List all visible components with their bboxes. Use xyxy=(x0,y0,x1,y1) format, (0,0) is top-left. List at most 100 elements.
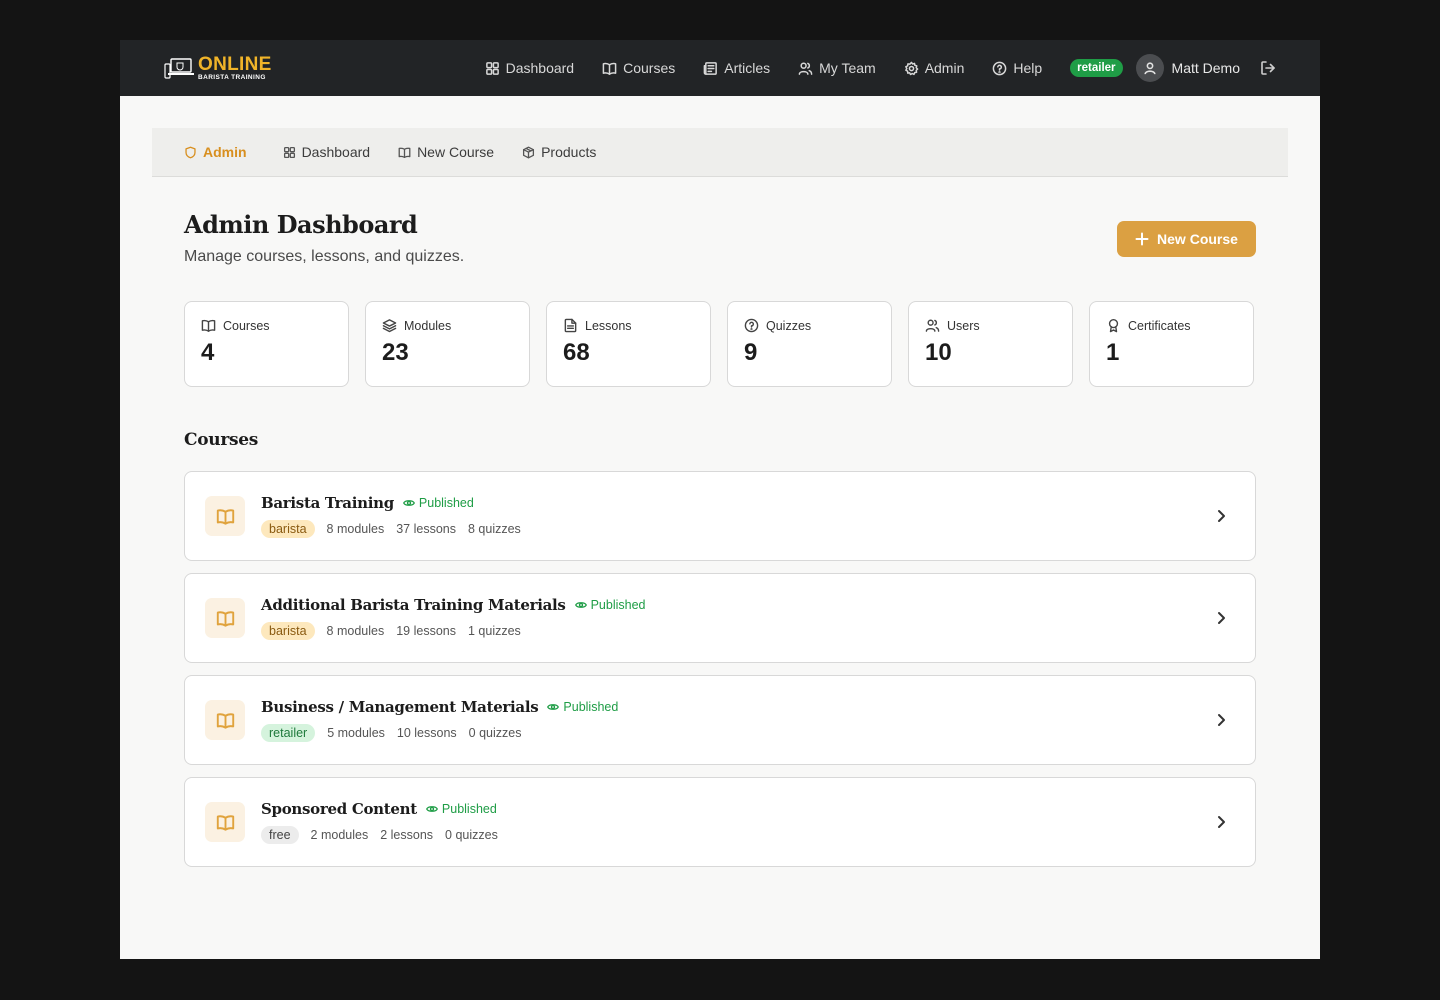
stat-card-lessons: Lessons 68 xyxy=(546,301,711,387)
course-title: Additional Barista Training Materials xyxy=(261,596,566,614)
stat-value: 23 xyxy=(382,339,409,366)
course-row[interactable]: Business / Management Materials Publishe… xyxy=(184,675,1256,765)
topnav-help[interactable]: Help xyxy=(992,60,1042,76)
course-row[interactable]: Additional Barista Training Materials Pu… xyxy=(184,573,1256,663)
subnav-products[interactable]: Products xyxy=(522,144,596,160)
stat-label: Courses xyxy=(223,318,270,333)
module-count: 5 modules xyxy=(327,726,385,740)
stat-label: Users xyxy=(947,318,980,333)
course-tag: free xyxy=(261,826,299,844)
eye-icon xyxy=(574,602,587,608)
subnav-new-course[interactable]: New Course xyxy=(398,144,494,160)
topnav-label: Admin xyxy=(924,60,965,76)
gear-icon xyxy=(904,61,919,75)
course-tag: barista xyxy=(261,520,315,538)
topnav-my-team[interactable]: My Team xyxy=(798,60,876,76)
topnav-dashboard[interactable]: Dashboard xyxy=(485,60,575,76)
grid-icon xyxy=(485,61,499,75)
stat-value: 10 xyxy=(925,339,952,366)
layers-icon xyxy=(382,319,397,333)
module-count: 8 modules xyxy=(326,624,385,638)
stat-label: Quizzes xyxy=(766,318,812,333)
book-icon xyxy=(216,508,234,525)
eye-icon xyxy=(425,806,438,812)
course-book-icon-tile xyxy=(205,598,245,638)
subnav-admin[interactable]: Admin xyxy=(184,144,247,160)
logout-icon xyxy=(1261,61,1275,75)
book-icon xyxy=(216,814,234,831)
newspaper-icon xyxy=(703,61,718,75)
stat-value: 9 xyxy=(744,339,758,366)
course-title: Business / Management Materials xyxy=(261,698,539,716)
logout-button[interactable] xyxy=(1260,60,1276,76)
plus-icon xyxy=(1135,232,1149,246)
course-title: Sponsored Content xyxy=(261,800,417,818)
lesson-count: 37 lessons xyxy=(396,522,456,536)
chevron-right-icon xyxy=(1213,712,1229,733)
quiz-count: 8 quizzes xyxy=(467,522,521,536)
module-count: 8 modules xyxy=(326,522,385,536)
stat-card-certificates: Certificates 1 xyxy=(1089,301,1254,387)
stat-card-users: Users 10 xyxy=(908,301,1073,387)
brand-logo[interactable]: ONLINE BARISTA TRAINING xyxy=(164,55,272,82)
award-icon xyxy=(1108,318,1119,333)
course-tag: barista xyxy=(261,622,315,640)
course-book-icon-tile xyxy=(205,496,245,536)
status-label: Published xyxy=(441,802,497,816)
file-text-icon xyxy=(564,318,577,333)
chevron-right-icon xyxy=(1213,814,1229,835)
course-list: Barista Training Published barista 8 mod… xyxy=(184,471,1256,879)
book-icon xyxy=(216,610,234,627)
quiz-count: 0 quizzes xyxy=(468,726,522,740)
quiz-count: 1 quizzes xyxy=(467,624,521,638)
subnav-label: New Course xyxy=(417,144,495,160)
top-navbar: ONLINE BARISTA TRAINING Dashboard Course… xyxy=(120,40,1320,96)
users-icon xyxy=(798,62,813,75)
topnav-courses[interactable]: Courses xyxy=(602,60,675,76)
course-row[interactable]: Barista Training Published barista 8 mod… xyxy=(184,471,1256,561)
avatar[interactable] xyxy=(1135,54,1164,82)
module-count: 2 modules xyxy=(310,828,369,842)
stat-card-quizzes: Quizzes 9 xyxy=(727,301,892,387)
lesson-count: 10 lessons xyxy=(396,726,457,740)
role-badge: retailer xyxy=(1070,59,1123,77)
eye-icon xyxy=(547,704,560,710)
chevron-right-icon xyxy=(1213,610,1229,631)
course-book-icon-tile xyxy=(205,802,245,842)
course-row[interactable]: Sponsored Content Published free 2 modul… xyxy=(184,777,1256,867)
quiz-count: 0 quizzes xyxy=(445,828,498,842)
box-icon xyxy=(523,146,535,158)
book-icon xyxy=(398,147,411,158)
courses-section-title: Courses xyxy=(184,430,259,450)
help-circle-icon xyxy=(993,61,1007,75)
status-badge: Published xyxy=(425,802,497,816)
stat-card-courses: Courses 4 xyxy=(184,301,349,387)
course-tag: retailer xyxy=(261,724,316,742)
status-badge: Published xyxy=(402,496,474,510)
topnav-admin[interactable]: Admin xyxy=(904,60,965,76)
users-icon xyxy=(925,319,940,332)
status-label: Published xyxy=(418,496,474,510)
subnav-dashboard[interactable]: Dashboard xyxy=(283,144,370,160)
user-icon xyxy=(1143,62,1156,75)
new-course-label: New Course xyxy=(1157,231,1238,247)
subnav-label: Products xyxy=(541,144,597,160)
shield-icon xyxy=(185,146,196,158)
stat-value: 68 xyxy=(563,339,590,366)
stat-card-modules: Modules 23 xyxy=(365,301,530,387)
topnav-label: Courses xyxy=(623,60,676,76)
user-name[interactable]: Matt Demo xyxy=(1172,60,1240,76)
status-badge: Published xyxy=(547,700,618,714)
lesson-count: 19 lessons xyxy=(396,624,456,638)
topnav-articles[interactable]: Articles xyxy=(703,60,770,76)
stat-label: Modules xyxy=(404,318,452,333)
brand-sub: BARISTA TRAINING xyxy=(198,73,266,81)
topnav-label: Dashboard xyxy=(505,60,575,76)
page-title: Admin Dashboard xyxy=(184,210,418,239)
new-course-button[interactable]: New Course xyxy=(1117,221,1256,257)
status-label: Published xyxy=(563,700,619,714)
stat-label: Lessons xyxy=(585,318,632,333)
topnav-label: Help xyxy=(1013,60,1043,76)
book-icon xyxy=(216,712,234,729)
eye-icon xyxy=(402,500,415,506)
